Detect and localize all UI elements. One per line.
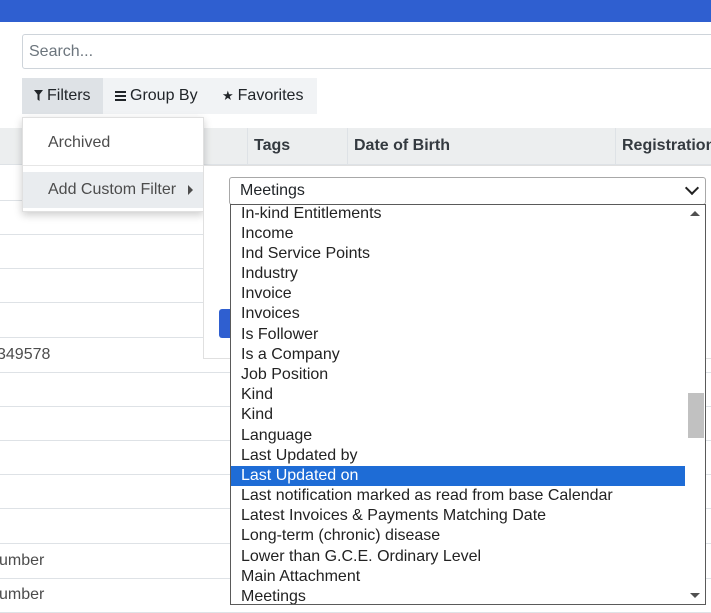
option[interactable]: Kind xyxy=(231,405,685,425)
option[interactable]: Invoices xyxy=(231,304,685,324)
funnel-icon xyxy=(34,89,43,104)
column-header-registration[interactable]: Registration xyxy=(615,128,711,164)
option[interactable]: Lower than G.C.E. Ordinary Level xyxy=(231,547,685,567)
scrollbar-thumb[interactable] xyxy=(688,393,704,438)
option[interactable]: In-kind Entitlements xyxy=(231,205,685,224)
field-select-value: Meetings xyxy=(240,182,305,199)
table-cell: umber xyxy=(0,586,45,603)
option[interactable]: Long-term (chronic) disease xyxy=(231,526,685,546)
scroll-down-arrow-icon[interactable] xyxy=(690,593,700,598)
option[interactable]: Kind xyxy=(231,385,685,405)
group-by-button[interactable]: Group By xyxy=(103,78,212,114)
chevron-down-icon xyxy=(684,180,700,196)
filter-archived[interactable]: Archived xyxy=(23,125,203,161)
option[interactable]: Language xyxy=(231,426,685,446)
table-cell: 349578 xyxy=(0,346,51,363)
scrollbar[interactable] xyxy=(685,205,705,604)
table-cell: umber xyxy=(0,552,45,569)
group-by-label: Group By xyxy=(130,87,198,104)
favorites-label: Favorites xyxy=(237,87,304,104)
option[interactable]: Industry xyxy=(231,264,685,284)
option[interactable]: Ind Service Points xyxy=(231,244,685,264)
star-icon: ★ xyxy=(222,88,234,103)
option[interactable]: Invoice xyxy=(231,284,685,304)
filters-button[interactable]: Filters xyxy=(22,78,103,114)
search-bar[interactable] xyxy=(22,34,711,69)
search-input[interactable] xyxy=(23,35,711,68)
add-custom-filter[interactable]: Add Custom Filter xyxy=(23,172,203,208)
column-header-tags[interactable]: Tags xyxy=(247,128,348,164)
option[interactable]: Last Updated by xyxy=(231,446,685,466)
list-icon xyxy=(115,89,126,104)
caret-right-icon xyxy=(188,185,193,195)
option[interactable]: Is Follower xyxy=(231,325,685,345)
filters-dropdown: Archived Add Custom Filter xyxy=(22,117,204,212)
divider xyxy=(23,165,203,166)
field-select[interactable]: Meetings xyxy=(229,177,706,205)
option[interactable]: Latest Invoices & Payments Matching Date xyxy=(231,506,685,526)
option[interactable]: Job Position xyxy=(231,365,685,385)
filters-label: Filters xyxy=(47,87,91,104)
option[interactable]: Meetings xyxy=(231,587,685,604)
favorites-button[interactable]: ★ Favorites xyxy=(212,78,317,114)
add-custom-filter-label: Add Custom Filter xyxy=(48,181,177,198)
field-options-list[interactable]: In-kind Entitlements Income Ind Service … xyxy=(230,204,706,605)
column-header-date-of-birth[interactable]: Date of Birth xyxy=(347,128,616,164)
top-navbar xyxy=(0,0,711,22)
option[interactable]: Main Attachment xyxy=(231,567,685,587)
option[interactable]: Is a Company xyxy=(231,345,685,365)
scroll-up-arrow-icon[interactable] xyxy=(690,211,700,216)
option[interactable]: Last notification marked as read from ba… xyxy=(231,486,685,506)
option-selected[interactable]: Last Updated on xyxy=(231,466,685,486)
option[interactable]: Income xyxy=(231,224,685,244)
